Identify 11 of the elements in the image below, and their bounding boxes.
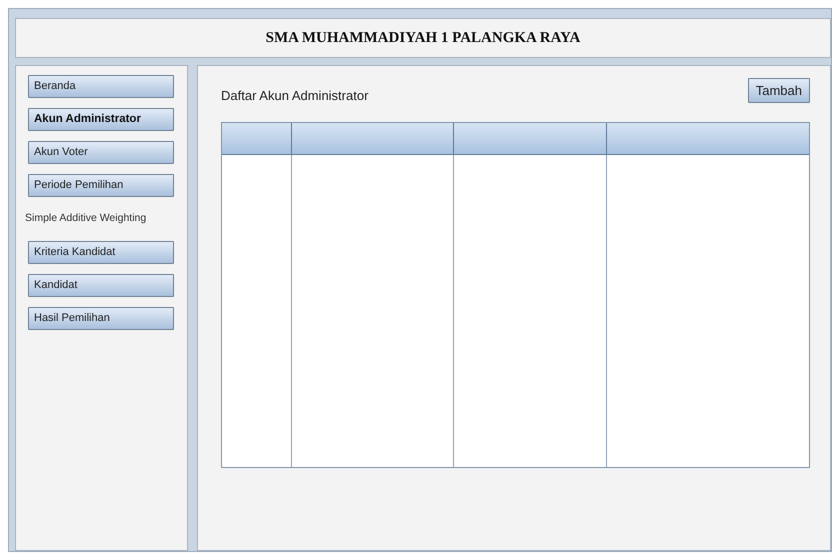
- menu-button[interactable]: Akun Voter: [28, 141, 174, 164]
- menu-button[interactable]: Akun Administrator: [28, 108, 174, 131]
- menu-section-label: Simple Additive Weighting: [25, 211, 148, 226]
- menu-button[interactable]: Beranda: [28, 75, 174, 98]
- menu-button[interactable]: Periode Pemilihan: [28, 174, 174, 197]
- add-button[interactable]: Tambah: [748, 78, 810, 103]
- school-title: SMA MUHAMMADIYAH 1 PALANGKA RAYA: [266, 28, 580, 48]
- page-title: Daftar Akun Administrator: [221, 87, 368, 105]
- menu-button[interactable]: Kriteria Kandidat: [28, 240, 174, 264]
- menu-button[interactable]: Kandidat: [28, 274, 174, 297]
- menu-button[interactable]: Hasil Pemilihan: [28, 306, 174, 330]
